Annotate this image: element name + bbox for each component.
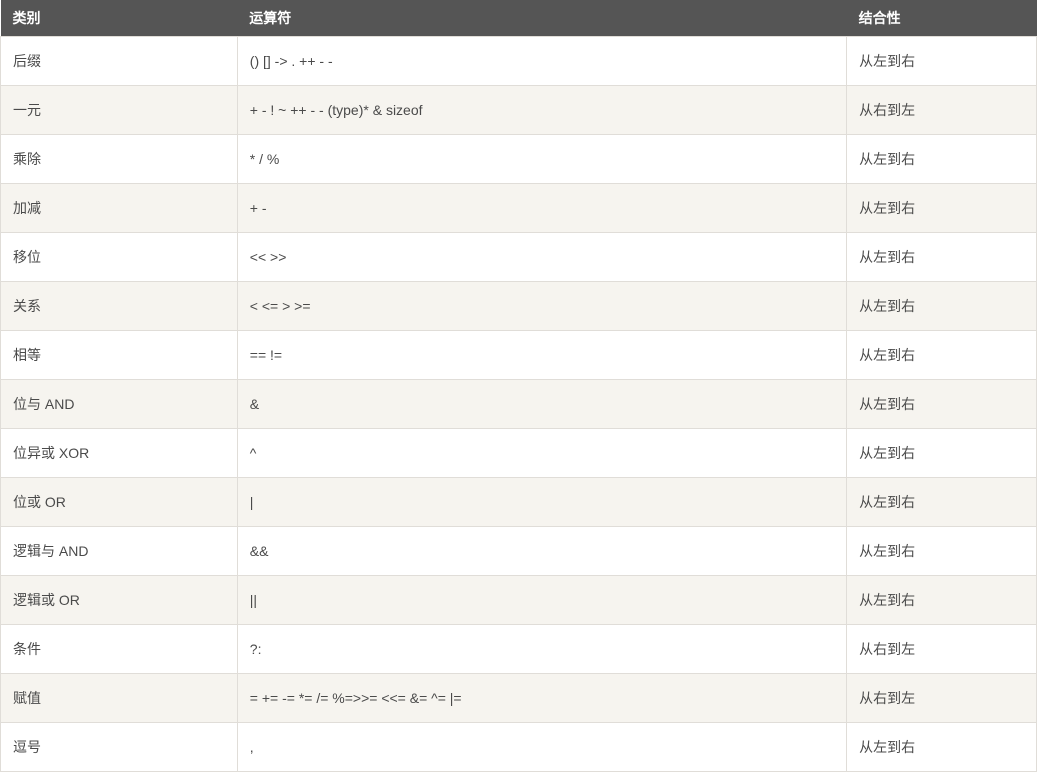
cell-operator: * / % [237, 135, 846, 184]
table-row: 关系< <= > >=从左到右 [1, 282, 1037, 331]
cell-category: 相等 [1, 331, 238, 380]
cell-associativity: 从左到右 [847, 184, 1037, 233]
cell-associativity: 从左到右 [847, 723, 1037, 772]
cell-category: 赋值 [1, 674, 238, 723]
table-row: 后缀() [] -> . ++ - -从左到右 [1, 37, 1037, 86]
cell-associativity: 从左到右 [847, 331, 1037, 380]
cell-associativity: 从左到右 [847, 576, 1037, 625]
table-row: 一元+ - ! ~ ++ - - (type)* & sizeof从右到左 [1, 86, 1037, 135]
cell-category: 关系 [1, 282, 238, 331]
cell-operator: << >> [237, 233, 846, 282]
table-row: 位异或 XOR^从左到右 [1, 429, 1037, 478]
cell-category: 位或 OR [1, 478, 238, 527]
cell-associativity: 从左到右 [847, 380, 1037, 429]
table-row: 赋值= += -= *= /= %=>>= <<= &= ^= |=从右到左 [1, 674, 1037, 723]
cell-operator: && [237, 527, 846, 576]
cell-category: 逗号 [1, 723, 238, 772]
cell-category: 移位 [1, 233, 238, 282]
cell-operator: ^ [237, 429, 846, 478]
cell-operator: == != [237, 331, 846, 380]
table-row: 逗号,从左到右 [1, 723, 1037, 772]
cell-category: 逻辑或 OR [1, 576, 238, 625]
table-row: 位或 OR|从左到右 [1, 478, 1037, 527]
cell-category: 逻辑与 AND [1, 527, 238, 576]
cell-category: 条件 [1, 625, 238, 674]
cell-associativity: 从左到右 [847, 233, 1037, 282]
cell-category: 乘除 [1, 135, 238, 184]
cell-operator: & [237, 380, 846, 429]
cell-operator: + - [237, 184, 846, 233]
cell-category: 加减 [1, 184, 238, 233]
cell-operator: + - ! ~ ++ - - (type)* & sizeof [237, 86, 846, 135]
cell-associativity: 从左到右 [847, 478, 1037, 527]
cell-operator: ?: [237, 625, 846, 674]
cell-operator: || [237, 576, 846, 625]
cell-operator: | [237, 478, 846, 527]
cell-category: 位与 AND [1, 380, 238, 429]
table-row: 加减+ -从左到右 [1, 184, 1037, 233]
table-row: 乘除* / %从左到右 [1, 135, 1037, 184]
cell-associativity: 从右到左 [847, 86, 1037, 135]
table-row: 逻辑与 AND&&从左到右 [1, 527, 1037, 576]
table-row: 逻辑或 OR||从左到右 [1, 576, 1037, 625]
header-operator: 运算符 [237, 0, 846, 37]
cell-operator: () [] -> . ++ - - [237, 37, 846, 86]
cell-associativity: 从左到右 [847, 135, 1037, 184]
cell-category: 位异或 XOR [1, 429, 238, 478]
cell-associativity: 从左到右 [847, 37, 1037, 86]
table-row: 移位<< >>从左到右 [1, 233, 1037, 282]
cell-associativity: 从左到右 [847, 429, 1037, 478]
cell-associativity: 从右到左 [847, 674, 1037, 723]
table-row: 相等== !=从左到右 [1, 331, 1037, 380]
cell-associativity: 从左到右 [847, 527, 1037, 576]
cell-category: 一元 [1, 86, 238, 135]
table-row: 条件?:从右到左 [1, 625, 1037, 674]
header-category: 类别 [1, 0, 238, 37]
cell-associativity: 从左到右 [847, 282, 1037, 331]
table-row: 位与 AND&从左到右 [1, 380, 1037, 429]
header-associativity: 结合性 [847, 0, 1037, 37]
cell-operator: < <= > >= [237, 282, 846, 331]
cell-operator: , [237, 723, 846, 772]
cell-associativity: 从右到左 [847, 625, 1037, 674]
table-header-row: 类别 运算符 结合性 [1, 0, 1037, 37]
cell-category: 后缀 [1, 37, 238, 86]
cell-operator: = += -= *= /= %=>>= <<= &= ^= |= [237, 674, 846, 723]
operator-precedence-table: 类别 运算符 结合性 后缀() [] -> . ++ - -从左到右一元+ - … [0, 0, 1037, 772]
